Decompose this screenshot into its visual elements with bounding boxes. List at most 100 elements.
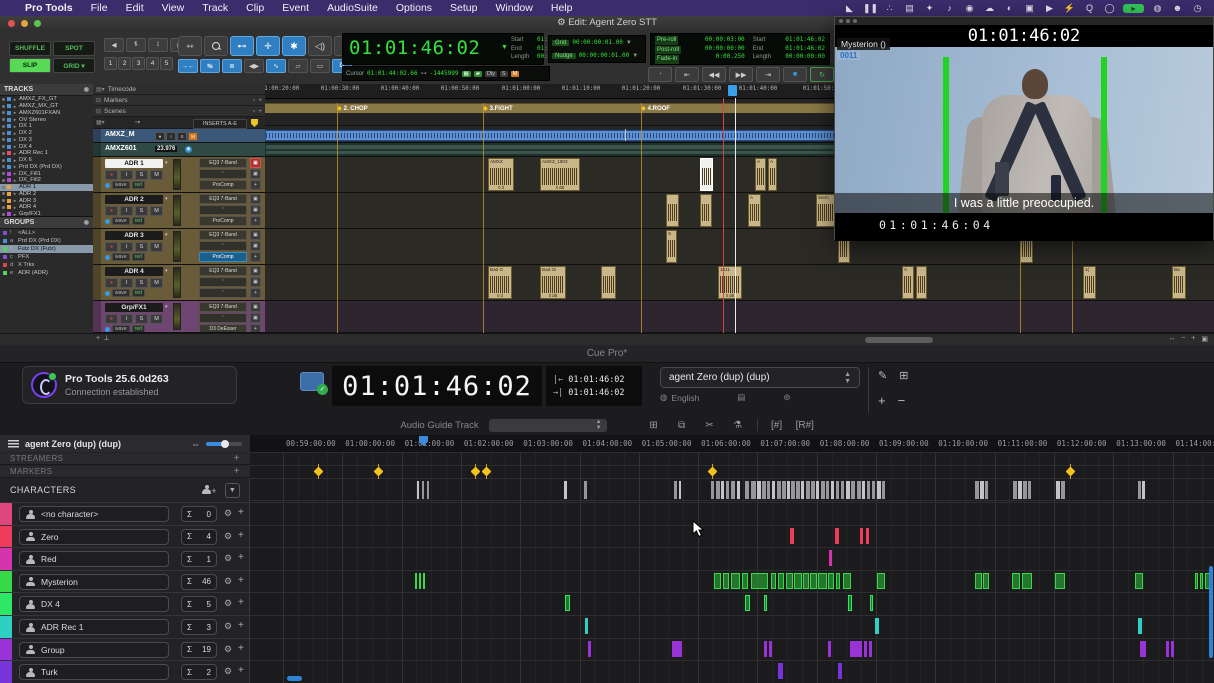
tracks-panel-header[interactable]: TRACKS ◉ (0, 84, 93, 96)
cue-event-bar[interactable] (714, 573, 721, 589)
audio-clip[interactable] (700, 194, 712, 227)
track-name[interactable]: ADR 3 (105, 231, 163, 240)
character-name-box[interactable]: Group (19, 642, 169, 658)
audio-clip[interactable]: A (902, 266, 914, 299)
menu-track[interactable]: Track (193, 2, 237, 14)
menu-file[interactable]: File (82, 2, 117, 14)
session-marker[interactable] (1066, 467, 1076, 477)
character-settings-icon[interactable]: ⚙ (224, 666, 232, 677)
groups-panel-header[interactable]: GROUPS ◉ (0, 217, 93, 229)
output-window-button[interactable]: ▣ (250, 158, 261, 168)
audio-guide-stepper[interactable]: ▲▼ (596, 419, 602, 431)
waveform-view-chip[interactable]: wave (112, 325, 130, 333)
pencil-icon[interactable]: ✎ (878, 369, 887, 382)
timeline-marker[interactable]: ◆4.ROOF (641, 105, 670, 112)
post-roll-value[interactable]: 00:00:00:00 (703, 45, 745, 54)
scroll-zoom-icons[interactable]: ↔−+▣ (1168, 335, 1208, 343)
zoom-preset-3[interactable]: 3 (132, 57, 145, 70)
add-icon[interactable]: ⊞ (645, 420, 663, 431)
comments-button[interactable]: ▣ (250, 277, 261, 287)
insert-slot[interactable]: * (199, 288, 247, 298)
character-name-box[interactable]: <no character> (19, 506, 169, 522)
app-icon[interactable]: ◣ (843, 3, 856, 14)
automation-icon[interactable] (105, 291, 110, 296)
mode-grid[interactable]: GRID ▾ (53, 58, 95, 73)
track-list-item[interactable]: ►OV Stereo (0, 116, 93, 123)
playlist-chip[interactable]: red (132, 325, 145, 333)
nudge-label[interactable]: Nudge (552, 53, 576, 59)
insert-slot[interactable]: EQ3 7-Band (199, 266, 247, 276)
menu-setup[interactable]: Setup (441, 2, 486, 14)
insert-slot[interactable]: ProComp (199, 252, 247, 262)
cue-event-bar[interactable] (828, 573, 834, 589)
insert-slot[interactable]: ProComp (199, 216, 247, 226)
cue-event-bar[interactable] (836, 573, 840, 589)
cue-event-bar[interactable] (588, 641, 591, 657)
mode-spot[interactable]: SPOT (53, 41, 95, 56)
timeline-marker[interactable]: ◆3.FIGHT (483, 105, 513, 112)
track-list-item[interactable]: ►ADR 3 (0, 197, 93, 204)
automation-icon[interactable] (105, 219, 110, 224)
audio-clip[interactable] (916, 266, 927, 299)
character-add-icon[interactable]: + (238, 620, 244, 631)
cue-select-dropdown[interactable]: agent Zero (dup) (dup) ▲▼ (660, 367, 860, 388)
track-m-button[interactable]: M (150, 314, 163, 324)
audio-clip[interactable] (666, 194, 679, 227)
copy-icon[interactable]: ▤ (737, 392, 745, 403)
scrubber-tool[interactable]: ◁) (308, 36, 332, 56)
grid-value[interactable]: 00:00:00:01.00 (572, 39, 623, 46)
insert-slot[interactable]: * (199, 241, 247, 251)
cue-event-bar[interactable] (1171, 641, 1174, 657)
scrollbar-thumb[interactable] (865, 337, 933, 343)
moon-icon[interactable]: ◐ (1003, 3, 1016, 13)
automation-icon[interactable] (105, 327, 110, 332)
edit-option-2[interactable]: ≣ (222, 59, 242, 73)
edit-option-0[interactable]: →← (178, 59, 198, 73)
insert-slot[interactable]: * (199, 169, 247, 179)
character-count-box[interactable]: Σ1 (181, 551, 217, 567)
cue-event-bar[interactable] (864, 641, 867, 657)
record-enable-button[interactable]: ● (105, 242, 118, 252)
audio-clip[interactable] (700, 158, 713, 191)
search-icon[interactable]: Q (1083, 3, 1096, 13)
track-s-button[interactable]: S (135, 206, 148, 216)
session-marker[interactable] (314, 467, 324, 477)
menu-window[interactable]: Window (487, 2, 542, 14)
character-name-box[interactable]: DX 4 (19, 596, 169, 612)
character-add-icon[interactable]: + (238, 552, 244, 563)
output-window-button[interactable]: ▣ (250, 302, 261, 312)
cue-event-bar[interactable] (794, 573, 802, 589)
waveform-view-chip[interactable]: wave (112, 181, 130, 189)
character-row[interactable]: ZeroΣ4⚙+ (0, 525, 250, 548)
cue-event-bar[interactable] (769, 641, 772, 657)
character-add-icon[interactable]: + (238, 507, 244, 518)
palette-icon[interactable]: ⊛ (783, 392, 790, 403)
zoom-preset-4[interactable]: 4 (146, 57, 159, 70)
session-horizontal-scrollbar[interactable] (287, 676, 302, 681)
zoom-preset-1[interactable]: 1 (104, 57, 117, 70)
add-insert-button[interactable]: + (250, 324, 261, 333)
zoom-preset-2[interactable]: 2 (118, 57, 131, 70)
cue-event-bar[interactable] (585, 618, 588, 634)
session-ruler[interactable]: 00:59:00:0001:00:00:0001:01:00:0001:02:0… (250, 435, 1214, 453)
nudge-value[interactable]: 00:00:00:01.00 (579, 52, 630, 59)
cue-event-bar[interactable] (877, 573, 885, 589)
menu-view[interactable]: View (153, 2, 194, 14)
group-list-item[interactable]: bFutz DX (Futz) (0, 245, 93, 253)
insert-slot[interactable]: EQ3 7-Band (199, 302, 247, 312)
track-name-dropdown[interactable]: ▾ (165, 304, 168, 310)
session-timeline[interactable]: 00:59:00:0001:00:00:0001:01:00:0001:02:0… (250, 435, 1214, 683)
cue-event-bar[interactable] (786, 573, 793, 589)
track-header-adr-3[interactable]: ADR 3▾●ISMwaveredEQ3 7-Band*ProComp▣▣+ (93, 229, 265, 265)
comments-button[interactable]: ▣ (250, 241, 261, 251)
cue-event-bar[interactable] (565, 595, 570, 611)
inserts-header[interactable]: INSERTS A-E (193, 119, 247, 129)
comments-button[interactable]: ▣ (250, 169, 261, 179)
grid-app-icon[interactable]: ▤ (903, 3, 916, 14)
character-name-box[interactable]: Mysterion (19, 574, 169, 590)
split-icon[interactable]: ✂ (701, 420, 719, 431)
track-m-button[interactable]: M (150, 170, 163, 180)
waveform-view-chip[interactable]: wave (112, 217, 130, 225)
post-roll-label[interactable]: Post-roll (655, 46, 681, 55)
menu-options[interactable]: Options (387, 2, 441, 14)
